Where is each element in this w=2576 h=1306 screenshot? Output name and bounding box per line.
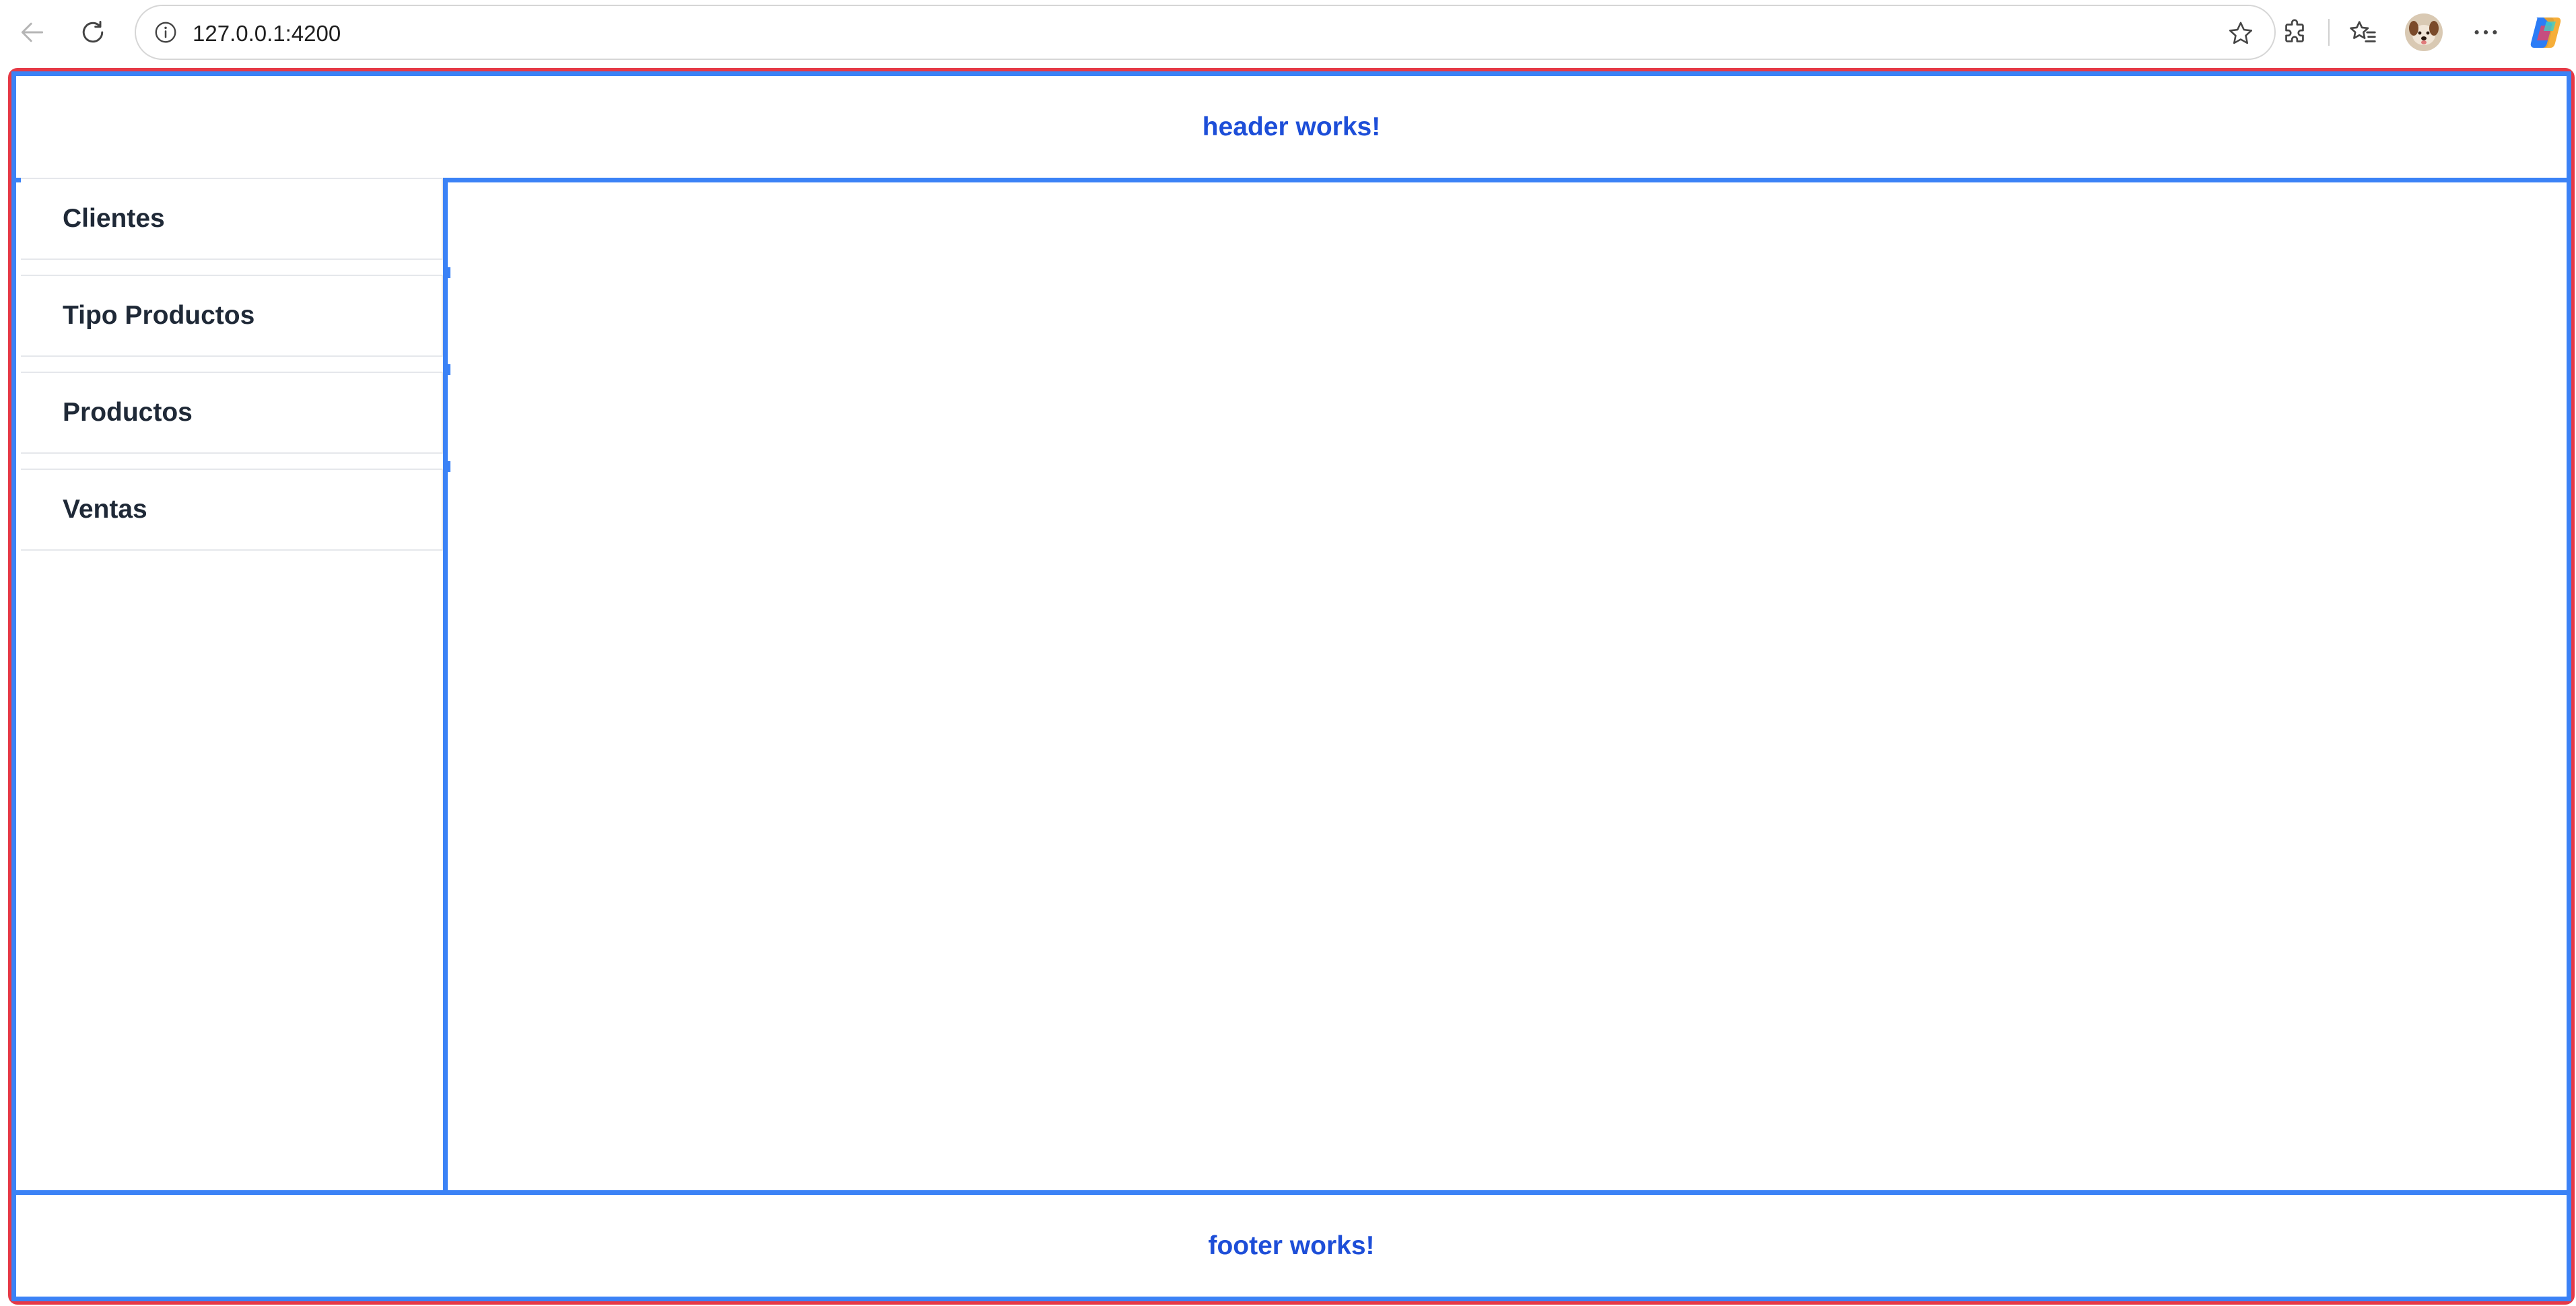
extensions-icon (2285, 19, 2304, 42)
more-options-button[interactable] (2464, 11, 2507, 54)
sidebar-item-label: Ventas (63, 495, 147, 524)
profile-avatar[interactable] (2405, 13, 2443, 51)
back-button[interactable] (11, 11, 54, 54)
back-arrow-icon (21, 22, 44, 42)
favorites-button[interactable] (2342, 11, 2385, 54)
copilot-icon (2530, 18, 2561, 48)
app-header: header works! (11, 71, 2571, 182)
add-favorite-button[interactable] (2222, 15, 2260, 53)
sidebar: Clientes Tipo Productos Productos Ventas (11, 178, 450, 1195)
info-icon[interactable] (148, 15, 183, 50)
sidebar-item-productos[interactable]: Productos (21, 372, 443, 454)
browser-toolbar: 127.0.0.1:4200 (0, 0, 2576, 64)
app-footer: footer works! (11, 1190, 2571, 1301)
sidebar-item-label: Productos (63, 398, 193, 427)
extensions-button[interactable] (2273, 11, 2316, 54)
sidebar-item-label: Clientes (63, 204, 165, 233)
star-icon (2229, 22, 2253, 44)
sidebar-item-ventas[interactable]: Ventas (21, 469, 443, 551)
sidebar-item-tipo-productos[interactable]: Tipo Productos (21, 275, 443, 357)
header-text: header works! (1202, 112, 1381, 141)
more-options-icon (2474, 30, 2497, 35)
favorites-list-icon (2350, 21, 2376, 42)
toolbar-separator (2328, 19, 2330, 46)
url-text[interactable]: 127.0.0.1:4200 (193, 21, 341, 46)
sidebar-item-label: Tipo Productos (63, 301, 255, 330)
address-bar[interactable]: 127.0.0.1:4200 (135, 5, 2276, 60)
reload-button[interactable] (71, 11, 114, 54)
main-content (443, 178, 2571, 1195)
footer-text: footer works! (1208, 1231, 1375, 1260)
reload-icon (82, 20, 104, 43)
sidebar-item-clientes[interactable]: Clientes (21, 178, 443, 260)
copilot-button[interactable] (2526, 12, 2567, 53)
